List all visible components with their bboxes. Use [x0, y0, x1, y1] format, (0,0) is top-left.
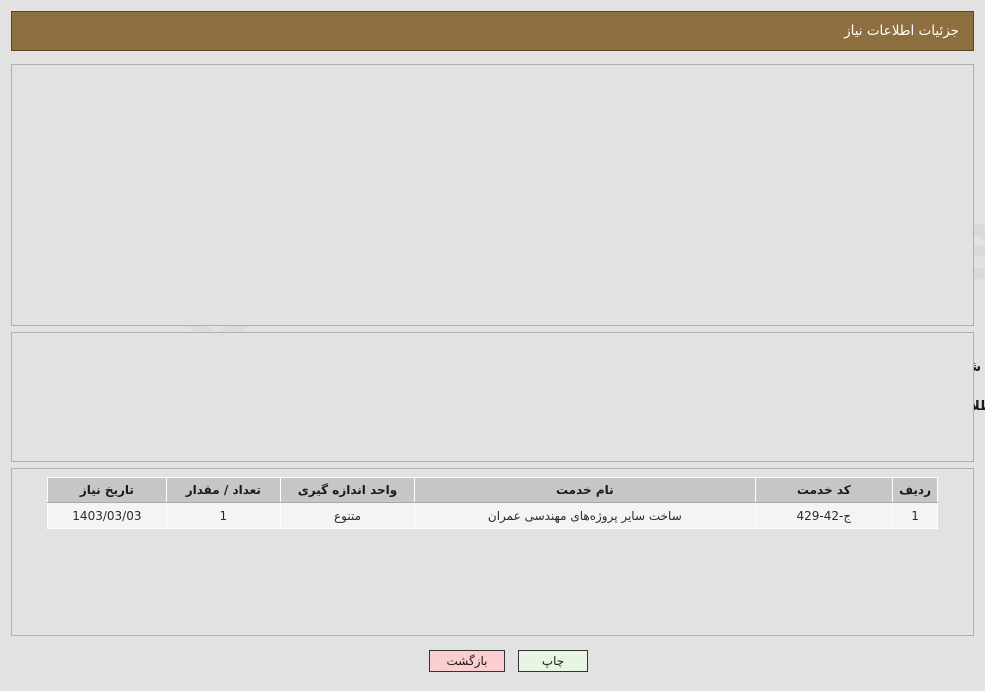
col-unit: واحد اندازه گیری — [279, 477, 416, 503]
cell-date: 1403/03/03 — [47, 502, 167, 529]
cell-quantity: 1 — [165, 502, 281, 529]
page-title: جزئیات اطلاعات نیاز — [844, 23, 959, 39]
requirement-summary-panel — [11, 332, 974, 462]
col-date: تاریخ نیاز — [47, 477, 167, 503]
back-button[interactable]: بازگشت — [429, 650, 505, 672]
cell-unit: متنوع — [279, 502, 416, 529]
page-root: AriaTender.net جزئیات اطلاعات نیاز شماره… — [0, 0, 985, 691]
cell-code: ج-42-429 — [754, 502, 894, 529]
col-name: نام خدمت — [414, 477, 756, 503]
table-row: 1 ج-42-429 ساخت سایر پروژه‌های مهندسی عم… — [47, 502, 938, 529]
cell-index: 1 — [892, 502, 938, 529]
cell-name: ساخت سایر پروژه‌های مهندسی عمران — [414, 502, 756, 529]
services-table: ردیف کد خدمت نام خدمت واحد اندازه گیری ت… — [47, 477, 938, 529]
col-index: ردیف — [892, 477, 938, 503]
print-button[interactable]: چاپ — [518, 650, 588, 672]
col-code: کد خدمت — [754, 477, 894, 503]
table-header-row: ردیف کد خدمت نام خدمت واحد اندازه گیری ت… — [47, 477, 938, 503]
page-header: جزئیات اطلاعات نیاز — [11, 11, 974, 51]
need-info-panel — [11, 64, 974, 326]
col-quantity: تعداد / مقدار — [165, 477, 281, 503]
